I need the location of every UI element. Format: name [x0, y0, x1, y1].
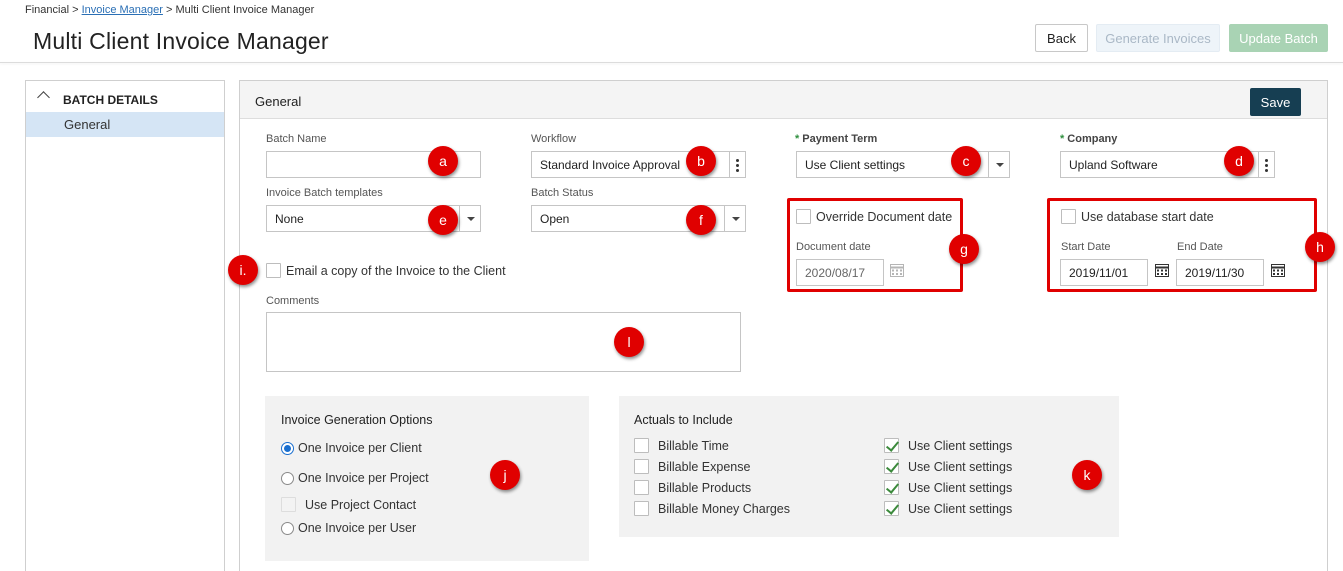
one-invoice-per-user-radio[interactable] [281, 522, 294, 535]
panel-title: General [255, 94, 302, 109]
one-invoice-per-project-label: One Invoice per Project [298, 471, 429, 485]
annotation-marker-a: a [428, 146, 458, 176]
sidebar-section-batch-details[interactable]: BATCH DETAILS [26, 89, 224, 111]
annotation-marker-g: g [949, 234, 979, 264]
email-copy-label: Email a copy of the Invoice to the Clien… [286, 264, 506, 278]
breadcrumb-separator: > [72, 4, 79, 16]
billable-expense-checkbox[interactable] [634, 459, 649, 474]
email-copy-checkbox[interactable] [266, 263, 281, 278]
sidebar-item-label: General [64, 117, 111, 132]
sidebar: BATCH DETAILS General [25, 80, 225, 571]
save-button[interactable]: Save [1250, 88, 1301, 116]
annotation-marker-c: c [951, 146, 981, 176]
header-divider [0, 62, 1343, 63]
payment-term-label: * Payment Term [795, 133, 877, 145]
batch-name-label: Batch Name [266, 133, 327, 145]
required-mark: * [1060, 133, 1065, 145]
billable-money-charges-client-settings-checkbox[interactable] [884, 501, 899, 516]
payment-term-value: Use Client settings [805, 158, 906, 172]
one-invoice-per-project-radio[interactable] [281, 472, 294, 485]
batch-status-value: Open [540, 212, 570, 226]
annotation-marker-j: j [490, 460, 520, 490]
annotation-marker-l: l [614, 327, 644, 357]
one-invoice-per-user-label: One Invoice per User [298, 521, 417, 535]
billable-products-client-settings-checkbox[interactable] [884, 480, 899, 495]
chevron-down-icon[interactable] [724, 206, 745, 231]
actuals-to-include-title: Actuals to Include [634, 413, 733, 427]
invoice-batch-templates-label: Invoice Batch templates [266, 187, 383, 199]
annotation-marker-f: f [686, 205, 716, 235]
one-invoice-per-client-label: One Invoice per Client [298, 441, 422, 455]
billable-expense-client-settings-label: Use Client settings [908, 460, 1013, 474]
required-mark: * [795, 133, 800, 145]
billable-time-label: Billable Time [658, 439, 729, 453]
company-label-text: Company [1067, 133, 1118, 145]
billable-expense-client-settings-checkbox[interactable] [884, 459, 899, 474]
billable-time-checkbox[interactable] [634, 438, 649, 453]
annotation-marker-k: k [1072, 460, 1102, 490]
sidebar-item-general[interactable]: General [26, 112, 224, 137]
workflow-more-icon[interactable] [730, 151, 746, 178]
billable-products-checkbox[interactable] [634, 480, 649, 495]
breadcrumb-separator: > [165, 4, 173, 16]
use-project-contact-checkbox[interactable] [281, 497, 296, 512]
update-batch-button[interactable]: Update Batch [1229, 24, 1328, 52]
billable-money-charges-client-settings-label: Use Client settings [908, 502, 1013, 516]
use-project-contact-label: Use Project Contact [305, 498, 417, 512]
page-title: Multi Client Invoice Manager [33, 28, 329, 54]
annotation-marker-b: b [686, 146, 716, 176]
annotation-marker-i: i. [228, 255, 258, 285]
highlight-box-date-range [1047, 198, 1317, 292]
comments-label: Comments [266, 295, 320, 307]
billable-time-client-settings-checkbox[interactable] [884, 438, 899, 453]
sidebar-heading: BATCH DETAILS [63, 93, 158, 107]
annotation-marker-e: e [428, 205, 458, 235]
breadcrumb-invoice-manager-link[interactable]: Invoice Manager [82, 4, 163, 16]
breadcrumb-root: Financial [25, 4, 70, 16]
breadcrumb: Financial > Invoice Manager > Multi Clie… [25, 4, 314, 16]
payment-term-label-text: Payment Term [802, 133, 878, 145]
generate-invoices-button[interactable]: Generate Invoices [1096, 24, 1220, 52]
billable-products-label: Billable Products [658, 481, 752, 495]
back-button[interactable]: Back [1035, 24, 1088, 52]
billable-money-charges-checkbox[interactable] [634, 501, 649, 516]
billable-expense-label: Billable Expense [658, 460, 751, 474]
chevron-up-icon[interactable] [37, 91, 50, 104]
invoice-generation-options-title: Invoice Generation Options [281, 413, 433, 427]
panel-header: General Save [240, 81, 1327, 119]
chevron-down-icon[interactable] [988, 152, 1009, 177]
comments-textarea[interactable] [266, 312, 741, 372]
one-invoice-per-client-radio[interactable] [281, 442, 294, 455]
chevron-down-icon[interactable] [459, 206, 480, 231]
breadcrumb-current: Multi Client Invoice Manager [175, 4, 315, 16]
annotation-marker-d: d [1224, 146, 1254, 176]
company-more-icon[interactable] [1259, 151, 1275, 178]
billable-money-charges-label: Billable Money Charges [658, 502, 791, 516]
batch-status-label: Batch Status [531, 187, 594, 199]
company-label: * Company [1060, 133, 1117, 145]
highlight-box-document-date [787, 198, 963, 292]
templates-value: None [275, 212, 304, 226]
workflow-label: Workflow [531, 133, 577, 145]
billable-time-client-settings-label: Use Client settings [908, 439, 1013, 453]
billable-products-client-settings-label: Use Client settings [908, 481, 1013, 495]
annotation-marker-h: h [1305, 232, 1335, 262]
